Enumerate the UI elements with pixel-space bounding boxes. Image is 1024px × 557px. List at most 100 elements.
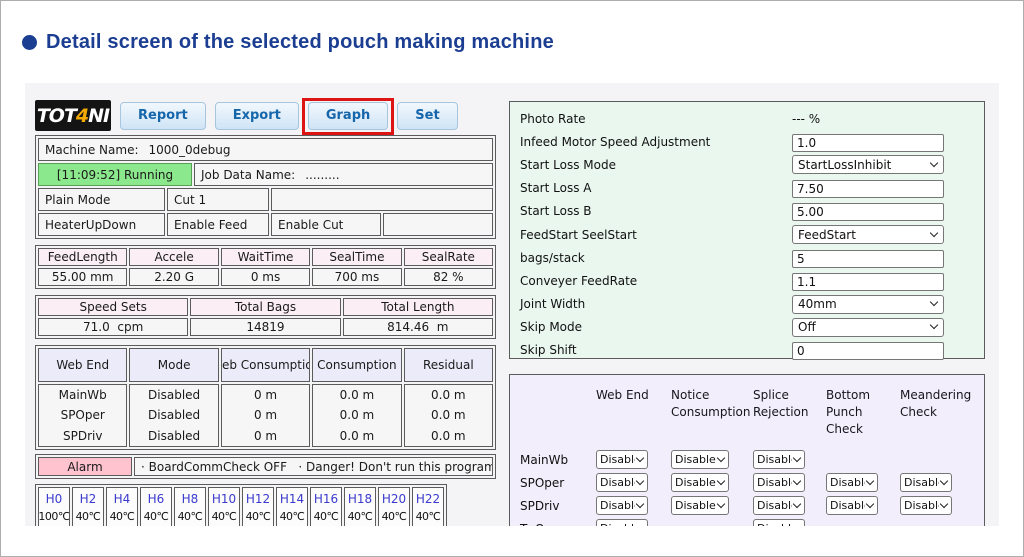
chevron-down-icon — [866, 499, 874, 507]
col-header: Bottom Punch Check — [826, 387, 900, 438]
heater-id: H20 — [382, 490, 406, 508]
content-area: TOT4NI Report Export Graph Set Machine N… — [25, 83, 999, 526]
heater-id: H6 — [148, 490, 165, 508]
heater-temp: 40℃ — [212, 508, 237, 526]
heater-id: H10 — [212, 490, 236, 508]
mainwb-notice-select[interactable]: Disabled — [671, 450, 729, 469]
web-name: SPOper — [61, 405, 105, 425]
select-value: Disable — [904, 476, 939, 489]
heater-id: H2 — [80, 490, 97, 508]
heater-cell: H2040℃40℃ — [378, 487, 410, 526]
select-value: Disable — [757, 522, 792, 526]
heater-temp: 40℃ — [280, 508, 305, 526]
conveyer-feedrate-input[interactable] — [792, 273, 944, 291]
feed-length-value: 55.00 mm — [38, 268, 127, 286]
setting-row-bags-stack: bags/stack — [520, 246, 944, 269]
setting-label: Joint Width — [520, 297, 792, 311]
feedstart-seelstart-select[interactable]: FeedStart — [792, 225, 944, 244]
select-value: Disabled — [675, 453, 716, 466]
row-label: SPOper — [520, 476, 596, 490]
heater-temp: 40℃ — [416, 508, 441, 526]
report-button[interactable]: Report — [120, 102, 206, 130]
enable-cut-cell: Enable Cut — [271, 213, 381, 236]
export-button[interactable]: Export — [215, 102, 299, 130]
web-consumption-value: 0 m — [254, 426, 277, 446]
mode-value: Disabled — [148, 385, 200, 405]
chevron-down-icon — [940, 499, 948, 507]
web-end-header-row: Web End Mode Web Consumption Consumption… — [38, 348, 493, 382]
set-button[interactable]: Set — [397, 102, 457, 130]
chevron-down-icon — [793, 453, 801, 461]
machine-info-table: Machine Name: 1000_0debug [11:09:52] Run… — [35, 135, 496, 239]
heater-cell: H840℃40℃ — [174, 487, 206, 526]
settings-panel: Photo Rate --- % Infeed Motor Speed Adju… — [509, 101, 985, 359]
chevron-down-icon — [930, 321, 938, 329]
skip-shift-input[interactable] — [792, 342, 944, 360]
bags-stack-input[interactable] — [792, 250, 944, 268]
speed-sets-value: 71.0 cpm — [38, 318, 188, 336]
chevron-down-icon — [793, 522, 801, 526]
tpoper-webend-select[interactable]: Disable — [596, 519, 648, 526]
heater-cell: H1640℃40℃ — [310, 487, 342, 526]
heater-temp: 100℃ — [38, 508, 69, 526]
select-value: Disable — [600, 522, 635, 526]
setting-label: Start Loss A — [520, 181, 792, 195]
setting-label: Start Loss B — [520, 204, 792, 218]
select-value: Disable — [757, 453, 792, 466]
col-header: WaitTime — [221, 248, 310, 266]
options-header-row: Web End Notice Consumption Splice Reject… — [520, 387, 984, 438]
photo-rate-value: --- % — [792, 112, 944, 126]
heater-temp: 40℃ — [144, 508, 169, 526]
residual-value: 0.0 m — [431, 405, 466, 425]
graph-button[interactable]: Graph — [308, 102, 388, 130]
spdriv-webend-select[interactable]: Disable — [596, 496, 648, 515]
spdriv-bottompunch-select[interactable]: Disable — [826, 496, 878, 515]
mode-value: Disabled — [148, 426, 200, 446]
spoper-webend-select[interactable]: Disable — [596, 473, 648, 492]
machine-detail-column: TOT4NI Report Export Graph Set Machine N… — [35, 100, 496, 526]
spoper-splice-select[interactable]: Disable — [753, 473, 805, 492]
setting-label: Conveyer FeedRate — [520, 274, 792, 288]
skip-mode-select[interactable]: Off — [792, 318, 944, 337]
heater-temp: 40℃ — [246, 508, 271, 526]
alarm-badge: Alarm — [38, 457, 132, 476]
joint-width-select[interactable]: 40mm — [792, 295, 944, 314]
spoper-notice-select[interactable]: Disabled — [671, 473, 729, 492]
chevron-down-icon — [636, 522, 644, 526]
heater-row: H0100℃100℃ H240℃40℃ H440℃40℃ H640℃40℃ H8… — [38, 487, 444, 526]
select-value: Disable — [904, 499, 939, 512]
start-loss-b-input[interactable] — [792, 203, 944, 221]
heater-temp: 40℃ — [382, 508, 407, 526]
col-header: Splice Rejection — [753, 387, 826, 421]
heater-id: H22 — [416, 490, 440, 508]
infeed-speed-input[interactable] — [792, 134, 944, 152]
consumption-value: 0.0 m — [340, 405, 375, 425]
spdriv-notice-select[interactable]: Disabled — [671, 496, 729, 515]
heater-cell: H1840℃40℃ — [344, 487, 376, 526]
setting-label: Infeed Motor Speed Adjustment — [520, 135, 792, 149]
spdriv-splice-select[interactable]: Disable — [753, 496, 805, 515]
option-row: HeaterUpDown Enable Feed Enable Cut — [38, 213, 493, 236]
consumption-column: 0.0 m 0.0 m 0.0 m — [312, 384, 401, 447]
setting-label: Skip Shift — [520, 343, 792, 357]
start-loss-mode-select[interactable]: StartLossInhibit — [792, 155, 944, 174]
start-loss-a-input[interactable] — [792, 180, 944, 198]
col-header: Notice Consumption — [671, 387, 753, 421]
heater-cell: H1240℃40℃ — [242, 487, 274, 526]
setting-label: Skip Mode — [520, 320, 792, 334]
alarm-table: Alarm · BoardCommCheck OFF · Danger! Don… — [35, 454, 496, 479]
mainwb-webend-select[interactable]: Disable — [596, 450, 648, 469]
spdriv-meandering-select[interactable]: Disable — [900, 496, 952, 515]
col-header: Total Bags — [190, 298, 340, 316]
tpoper-splice-select[interactable]: Disable — [753, 519, 805, 526]
spoper-bottompunch-select[interactable]: Disable — [826, 473, 878, 492]
heater-temp: 40℃ — [110, 508, 135, 526]
col-header: Web End — [596, 387, 671, 404]
mainwb-splice-select[interactable]: Disable — [753, 450, 805, 469]
heater-cell: H0100℃100℃ — [38, 487, 70, 526]
setting-row-start-loss-a: Start Loss A — [520, 177, 944, 200]
page-title-row: Detail screen of the selected pouch maki… — [22, 31, 554, 54]
chevron-down-icon — [717, 476, 725, 484]
select-value: Disable — [757, 476, 792, 489]
spoper-meandering-select[interactable]: Disable — [900, 473, 952, 492]
